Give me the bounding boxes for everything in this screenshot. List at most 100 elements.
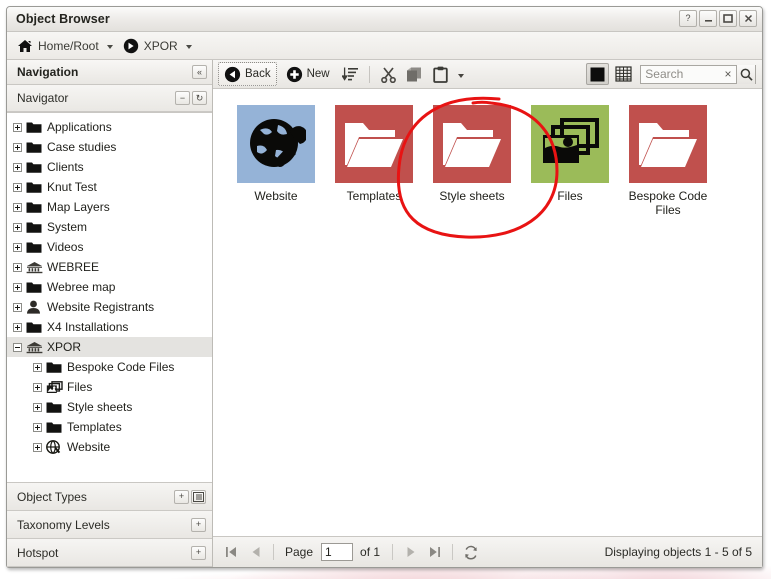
breadcrumb-item-xpor[interactable]: XPOR xyxy=(121,36,180,56)
folder-icon xyxy=(26,162,42,173)
expand-icon[interactable] xyxy=(33,382,42,392)
double-chevron-left-icon: « xyxy=(196,66,202,77)
expand-icon[interactable] xyxy=(13,182,22,192)
object-item-templates[interactable]: Templates xyxy=(325,103,423,217)
tree-item-videos[interactable]: Videos xyxy=(7,237,212,257)
tree-item-knut-test[interactable]: Knut Test xyxy=(7,177,212,197)
folder-icon xyxy=(26,202,42,213)
navigator-minimize-button[interactable]: − xyxy=(175,91,190,105)
user-icon xyxy=(27,300,40,314)
paste-button[interactable] xyxy=(429,63,452,85)
tree-item-website-registrants[interactable]: Website Registrants xyxy=(7,297,212,317)
collapse-navigation-button[interactable]: « xyxy=(192,65,207,79)
nav-section-hotspot[interactable]: Hotspot + xyxy=(7,539,212,567)
search-input[interactable] xyxy=(641,67,720,81)
new-button[interactable]: New xyxy=(280,62,336,86)
tree-item-label: Clients xyxy=(47,160,84,174)
expand-icon[interactable] xyxy=(33,422,42,432)
tree-item-case-studies[interactable]: Case studies xyxy=(7,137,212,157)
tree-item-website[interactable]: Website xyxy=(7,437,212,457)
copy-button[interactable] xyxy=(403,63,426,85)
tree-item-bespoke-code-files[interactable]: Bespoke Code Files xyxy=(7,357,212,377)
toolbar-separator xyxy=(368,65,370,83)
tree-item-webree[interactable]: WEBREE xyxy=(7,257,212,277)
tree-item-label: Style sheets xyxy=(67,400,133,414)
object-item-tile[interactable] xyxy=(335,105,413,183)
expand-icon[interactable] xyxy=(13,262,22,272)
website-bank-icon xyxy=(26,260,43,274)
folder-icon xyxy=(26,182,42,193)
tree-item-xpor[interactable]: XPOR xyxy=(7,337,212,357)
nav-section-taxonomy-levels[interactable]: Taxonomy Levels + xyxy=(7,511,212,539)
search-clear-button[interactable]: × xyxy=(720,68,736,80)
expand-icon[interactable] xyxy=(33,442,42,452)
nav-section-list-button[interactable] xyxy=(191,489,206,504)
expand-icon[interactable] xyxy=(13,302,22,312)
help-button[interactable]: ? xyxy=(679,10,697,27)
grid-view-button[interactable] xyxy=(612,63,635,85)
object-grid[interactable]: Website Templates Style sheets Files Bespoke… xyxy=(213,89,762,537)
paste-dropdown-caret-icon[interactable] xyxy=(457,73,464,78)
tree-item-x4-installations[interactable]: X4 Installations xyxy=(7,317,212,337)
object-item-style-sheets[interactable]: Style sheets xyxy=(423,103,521,217)
tree-item-label: Website Registrants xyxy=(47,300,155,314)
chevron-down-icon[interactable] xyxy=(106,44,113,49)
tree-item-system[interactable]: System xyxy=(7,217,212,237)
refresh-button[interactable] xyxy=(460,542,481,562)
first-page-button[interactable] xyxy=(221,542,242,562)
folder-icon xyxy=(26,160,43,174)
expand-icon[interactable] xyxy=(13,162,22,172)
tree-item-templates[interactable]: Templates xyxy=(7,417,212,437)
breadcrumb-label: Home/Root xyxy=(38,38,99,53)
tree-item-webree-map[interactable]: Webree map xyxy=(7,277,212,297)
cut-button[interactable] xyxy=(377,63,400,85)
navigator-tree[interactable]: Applications Case studies Clients Knut Test… xyxy=(7,112,212,483)
object-item-bespoke-code-files[interactable]: Bespoke Code Files xyxy=(619,103,717,217)
search-submit-button[interactable] xyxy=(736,64,755,84)
close-button[interactable] xyxy=(739,10,757,27)
expand-icon[interactable] xyxy=(13,222,22,232)
next-page-button[interactable] xyxy=(400,542,421,562)
expand-icon[interactable] xyxy=(13,122,22,132)
last-page-button[interactable] xyxy=(424,542,445,562)
expand-icon[interactable] xyxy=(33,362,42,372)
nav-section-object-types[interactable]: Object Types + xyxy=(7,483,212,511)
search-box[interactable]: × xyxy=(640,64,756,84)
minimize-button[interactable] xyxy=(699,10,717,27)
folder-icon xyxy=(46,402,62,413)
expand-icon[interactable] xyxy=(13,202,22,212)
navigator-refresh-button[interactable]: ↻ xyxy=(192,91,207,105)
expand-icon[interactable] xyxy=(13,142,22,152)
expand-icon[interactable] xyxy=(33,402,42,412)
nav-section-add-button[interactable]: + xyxy=(191,517,206,532)
object-item-website[interactable]: Website xyxy=(227,103,325,217)
object-item-tile[interactable] xyxy=(237,105,315,183)
prev-page-button[interactable] xyxy=(245,542,266,562)
maximize-button[interactable] xyxy=(719,10,737,27)
tree-item-applications[interactable]: Applications xyxy=(7,117,212,137)
expand-icon[interactable] xyxy=(13,242,22,252)
chevron-down-icon[interactable] xyxy=(185,44,192,49)
collapse-icon[interactable] xyxy=(13,342,22,352)
tree-item-map-layers[interactable]: Map Layers xyxy=(7,197,212,217)
object-item-tile[interactable] xyxy=(629,105,707,183)
breadcrumb-item-home[interactable]: Home/Root xyxy=(15,37,101,55)
nav-section-add-button[interactable]: + xyxy=(174,489,189,504)
nav-section-add-button[interactable]: + xyxy=(191,545,206,560)
maximize-icon xyxy=(723,14,733,23)
object-item-tile[interactable] xyxy=(531,105,609,183)
object-item-files[interactable]: Files xyxy=(521,103,619,217)
tree-item-style-sheets[interactable]: Style sheets xyxy=(7,397,212,417)
object-item-tile[interactable] xyxy=(433,105,511,183)
expand-icon[interactable] xyxy=(13,282,22,292)
back-button[interactable]: Back xyxy=(218,62,277,86)
page-input[interactable] xyxy=(321,543,354,561)
sort-button[interactable] xyxy=(339,63,362,85)
images-icon xyxy=(543,118,599,163)
tree-item-files[interactable]: Files xyxy=(7,377,212,397)
website-bank-icon xyxy=(26,340,43,354)
thumbnail-view-button[interactable] xyxy=(586,63,610,85)
expand-icon[interactable] xyxy=(13,322,22,332)
folder-icon xyxy=(46,360,63,374)
tree-item-clients[interactable]: Clients xyxy=(7,157,212,177)
